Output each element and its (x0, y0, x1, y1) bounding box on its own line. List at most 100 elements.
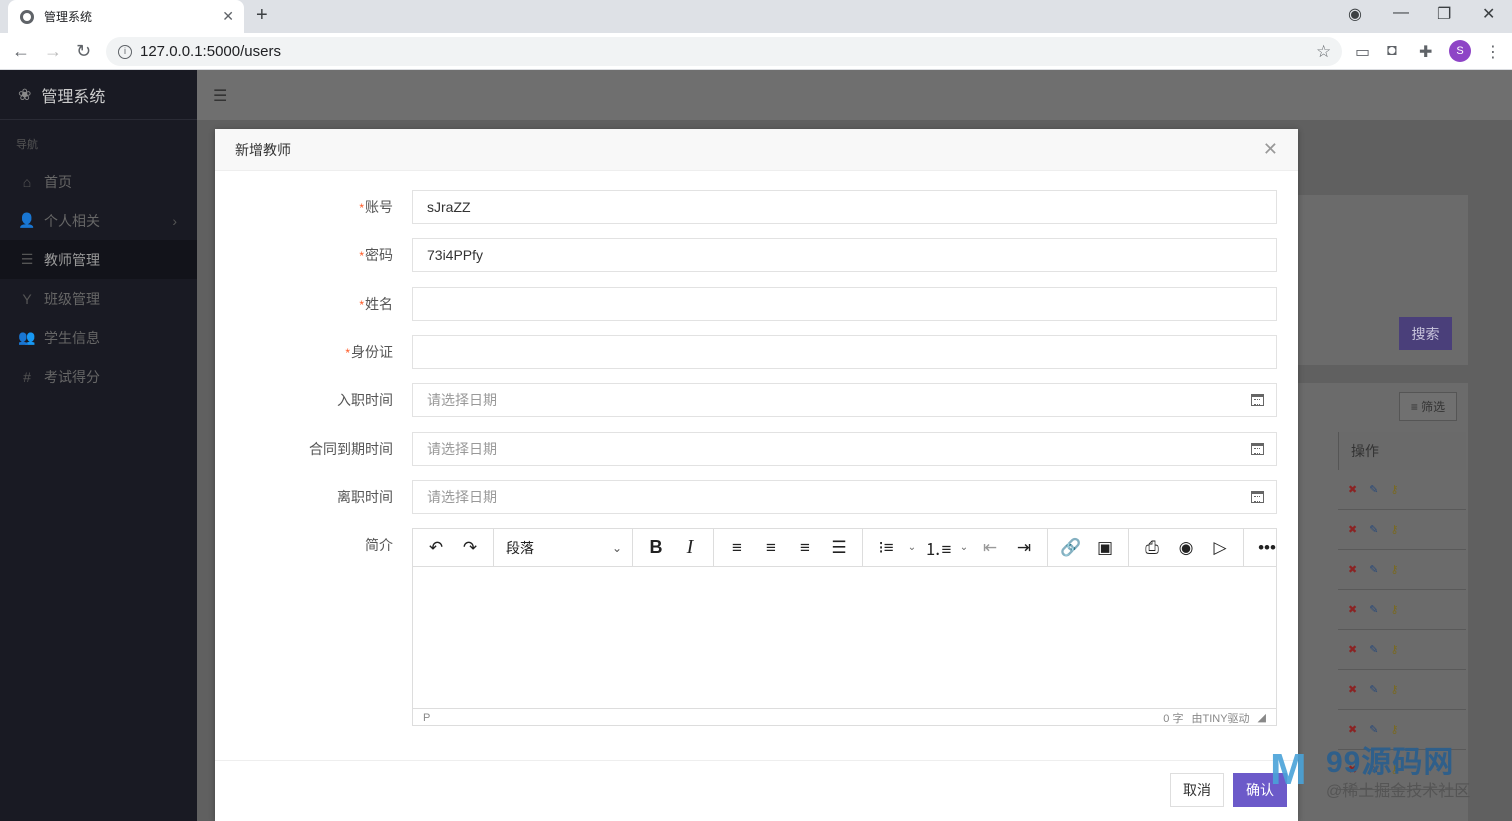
sidebar: ❀ 管理系统 导航 ⌂ 首页 👤 个人相关 › ☰ 教师管理 Y 班级管理 👥 … (0, 70, 197, 821)
more-icon[interactable]: ••• (1250, 533, 1284, 563)
camera-icon[interactable]: ◘ (1387, 42, 1397, 60)
table-row: ✖ ✎ ⚷ (1338, 510, 1466, 550)
calendar-icon[interactable] (1251, 443, 1264, 455)
filter-button-label: 筛选 (1421, 400, 1446, 414)
brand[interactable]: ❀ 管理系统 (0, 70, 197, 120)
sidebar-item-scores[interactable]: # 考试得分 (0, 357, 197, 396)
outdent-icon[interactable]: ⇤ (973, 533, 1007, 563)
required-marker: * (359, 249, 364, 263)
calendar-icon[interactable] (1251, 394, 1264, 406)
sidebar-item-home[interactable]: ⌂ 首页 (0, 162, 197, 201)
sidebar-item-students[interactable]: 👥 学生信息 (0, 318, 197, 357)
edit-icon[interactable]: ✎ (1369, 483, 1378, 496)
chevron-down-icon[interactable]: ⌄ (903, 533, 921, 563)
intro-label: 简介 (365, 537, 393, 553)
align-center-icon[interactable]: ≡ (754, 533, 788, 563)
bold-icon[interactable]: B (639, 533, 673, 563)
sidebar-item-personal[interactable]: 👤 个人相关 › (0, 201, 197, 240)
numbered-list-icon[interactable]: ⒈≡ (921, 533, 955, 563)
extensions-icon[interactable]: ✚ (1419, 42, 1432, 62)
form-row-account: *账号 sJraZZ (215, 190, 1298, 224)
media-icon[interactable]: ▷ (1203, 533, 1237, 563)
chevron-down-icon[interactable]: ⌄ (955, 533, 973, 563)
delete-icon[interactable]: ✖ (1348, 563, 1357, 576)
account-label: *账号 (359, 199, 393, 215)
history-group: ↶ ↷ (413, 528, 494, 567)
editor-content-area[interactable] (413, 567, 1276, 708)
search-button[interactable]: 搜索 (1399, 317, 1452, 350)
edit-icon[interactable]: ✎ (1369, 643, 1378, 656)
table-row: ✖ ✎ ⚷ (1338, 590, 1466, 630)
form-row-contract-end: 合同到期时间 请选择日期 (215, 432, 1298, 466)
link-icon[interactable]: 🔗 (1054, 533, 1088, 563)
align-right-icon[interactable]: ≡ (788, 533, 822, 563)
hire-date-input[interactable]: 请选择日期 (412, 383, 1277, 417)
url-input[interactable]: i 127.0.0.1:5000/users (106, 37, 1342, 66)
contract-end-input[interactable]: 请选择日期 (412, 432, 1277, 466)
collapse-menu-icon[interactable]: ☰ (213, 86, 227, 106)
filter-button[interactable]: ≡ 筛选 (1399, 392, 1457, 421)
undo-icon[interactable]: ↶ (419, 533, 453, 563)
menu-kebab-icon[interactable]: ⋮ (1485, 42, 1501, 62)
reload-icon[interactable]: ↻ (76, 41, 91, 62)
window-close-icon[interactable]: ✕ (1482, 4, 1495, 24)
resize-handle-icon[interactable]: ◢ (1258, 711, 1266, 724)
edit-icon[interactable]: ✎ (1369, 523, 1378, 536)
align-justify-icon[interactable]: ☰ (822, 533, 856, 563)
sidebar-item-teachers[interactable]: ☰ 教师管理 (0, 240, 197, 279)
dialog-close-icon[interactable]: ✕ (1263, 139, 1278, 160)
powered-by[interactable]: 由TINY驱动 (1191, 710, 1249, 726)
align-left-icon[interactable]: ≡ (720, 533, 754, 563)
delete-icon[interactable]: ✖ (1348, 683, 1357, 696)
element-path[interactable]: P (423, 712, 430, 724)
back-icon[interactable]: ← (12, 41, 30, 62)
preview-eye-icon[interactable]: ◉ (1169, 533, 1203, 563)
bullet-list-icon[interactable]: ⁝≡ (869, 533, 903, 563)
edit-icon[interactable]: ✎ (1369, 603, 1378, 616)
cancel-button[interactable]: 取消 (1170, 773, 1224, 807)
edit-icon[interactable]: ✎ (1369, 563, 1378, 576)
cast-icon[interactable]: ▭ (1355, 42, 1370, 62)
key-icon[interactable]: ⚷ (1390, 523, 1398, 536)
tab-search-icon[interactable]: ◉ (1348, 4, 1362, 24)
name-input[interactable] (412, 287, 1277, 321)
new-tab-button[interactable]: + (256, 4, 268, 27)
italic-icon[interactable]: I (673, 533, 707, 563)
indent-icon[interactable]: ⇥ (1007, 533, 1041, 563)
profile-avatar[interactable]: S (1449, 40, 1471, 62)
minimize-icon[interactable]: — (1393, 4, 1409, 22)
dialog-header: 新增教师 ✕ (215, 129, 1298, 171)
key-icon[interactable]: ⚷ (1390, 683, 1398, 696)
tab-close-icon[interactable]: ✕ (222, 8, 234, 25)
block-format-select[interactable]: 段落 ⌄ (500, 533, 626, 563)
table-row: ✖ ✎ ⚷ (1338, 630, 1466, 670)
redo-icon[interactable]: ↷ (453, 533, 487, 563)
delete-icon[interactable]: ✖ (1348, 643, 1357, 656)
delete-icon[interactable]: ✖ (1348, 603, 1357, 616)
calendar-icon[interactable] (1251, 491, 1264, 503)
browser-tab[interactable]: 管理系统 ✕ (8, 0, 244, 33)
image-icon[interactable]: ▣ (1088, 533, 1122, 563)
delete-icon[interactable]: ✖ (1348, 523, 1357, 536)
key-icon[interactable]: ⚷ (1390, 603, 1398, 616)
insert-group: 🔗 ▣ (1048, 528, 1129, 567)
key-icon[interactable]: ⚷ (1390, 483, 1398, 496)
site-info-icon[interactable]: i (118, 44, 132, 59)
print-icon[interactable]: ⎙ (1135, 533, 1169, 563)
key-icon[interactable]: ⚷ (1390, 643, 1398, 656)
restore-icon[interactable]: ❐ (1437, 4, 1451, 24)
id-card-input[interactable] (412, 335, 1277, 369)
account-input[interactable]: sJraZZ (412, 190, 1277, 224)
bookmark-star-icon[interactable]: ☆ (1316, 42, 1331, 62)
user-icon: 👤 (18, 212, 36, 228)
leave-date-input[interactable]: 请选择日期 (412, 480, 1277, 514)
table-row: ✖ ✎ ⚷ (1338, 550, 1466, 590)
sidebar-item-classes[interactable]: Y 班级管理 (0, 279, 197, 318)
password-input[interactable]: 73i4PPfy (412, 238, 1277, 272)
sidebar-item-label: 学生信息 (44, 329, 100, 346)
delete-icon[interactable]: ✖ (1348, 483, 1357, 496)
key-icon[interactable]: ⚷ (1390, 563, 1398, 576)
forward-icon[interactable]: → (44, 41, 62, 62)
edit-icon[interactable]: ✎ (1369, 683, 1378, 696)
hire-date-placeholder: 请选择日期 (427, 392, 497, 408)
